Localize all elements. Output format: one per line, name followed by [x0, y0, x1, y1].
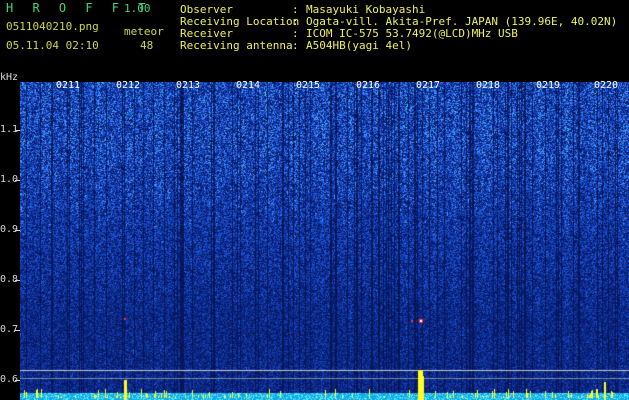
- capture-datetime: 05.11.04 02:10: [6, 39, 99, 52]
- app-version: 1.00: [124, 2, 151, 15]
- header-panel: H R O F F T 1.00 0511040210.png 05.11.04…: [0, 0, 629, 82]
- frequency-axis: kHz 1.1 1.0 0.9 0.8 0.7 0.6: [0, 72, 20, 400]
- time-label: 0211: [56, 80, 81, 91]
- time-label: 0216: [356, 80, 381, 91]
- count-label: meteor: [124, 25, 164, 38]
- time-label: 0219: [536, 80, 561, 91]
- time-label: 0218: [476, 80, 501, 91]
- time-label: 0217: [416, 80, 441, 91]
- time-label: 0220: [594, 80, 619, 91]
- time-label: 0214: [236, 80, 261, 91]
- spectrogram-display: [20, 82, 629, 400]
- time-label: 0213: [176, 80, 201, 91]
- time-label: 0212: [116, 80, 141, 91]
- time-label: 0215: [296, 80, 321, 91]
- axis-unit-label: kHz: [0, 72, 19, 83]
- info-colon: :: [292, 39, 299, 52]
- image-filename: 0511040210.png: [6, 20, 99, 33]
- count-value: 48: [140, 39, 154, 52]
- info-label-antenna: Receiving antenna: [180, 39, 293, 52]
- info-value-antenna: A504HB(yagi 4el): [306, 39, 412, 52]
